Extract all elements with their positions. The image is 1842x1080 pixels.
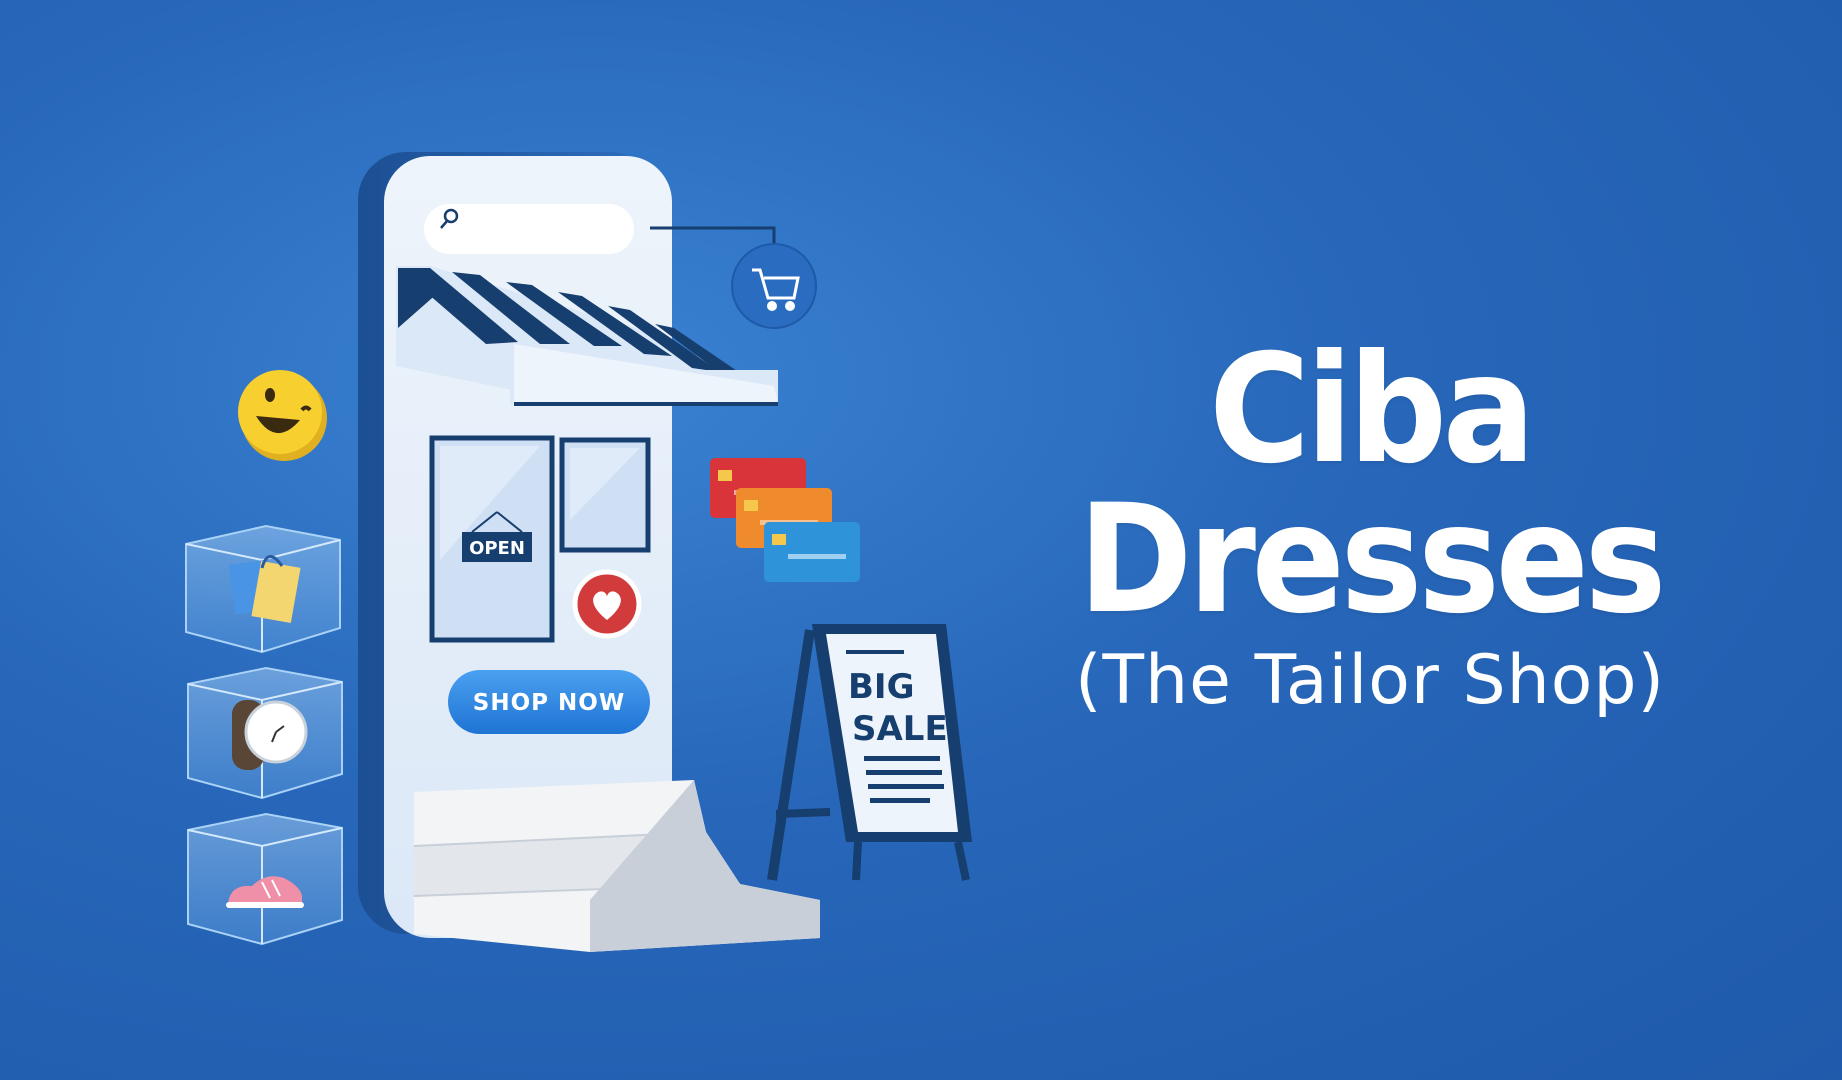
smiley-icon xyxy=(238,370,327,461)
heart-icon[interactable] xyxy=(572,569,642,639)
product-cube-shoe xyxy=(187,812,343,946)
shop-now-button[interactable]: SHOP NOW xyxy=(448,670,650,734)
product-cube-watch xyxy=(187,666,343,800)
brand-name: Ciba Dresses xyxy=(1077,323,1667,647)
sale-line-2: SALE xyxy=(852,709,948,749)
shopping-bag-icon xyxy=(228,555,301,624)
sale-line-1: BIG xyxy=(848,667,914,707)
brand-tagline: (The Tailor Shop) xyxy=(1074,641,1666,720)
credit-card-icon xyxy=(710,458,860,582)
search-bar[interactable] xyxy=(424,204,634,254)
shop-now-label: SHOP NOW xyxy=(473,690,625,716)
cart-sign xyxy=(650,226,817,329)
brand-title-block: Ciba Dresses (The Tailor Shop) xyxy=(930,335,1810,715)
promo-banner: OPEN SHOP NOW BIG SALE Ciba Dresses (The… xyxy=(0,0,1842,1080)
product-cube-bag xyxy=(185,524,341,654)
entrance-stairs xyxy=(413,780,820,952)
open-sign-label: OPEN xyxy=(469,538,525,559)
shop-window xyxy=(559,437,651,553)
